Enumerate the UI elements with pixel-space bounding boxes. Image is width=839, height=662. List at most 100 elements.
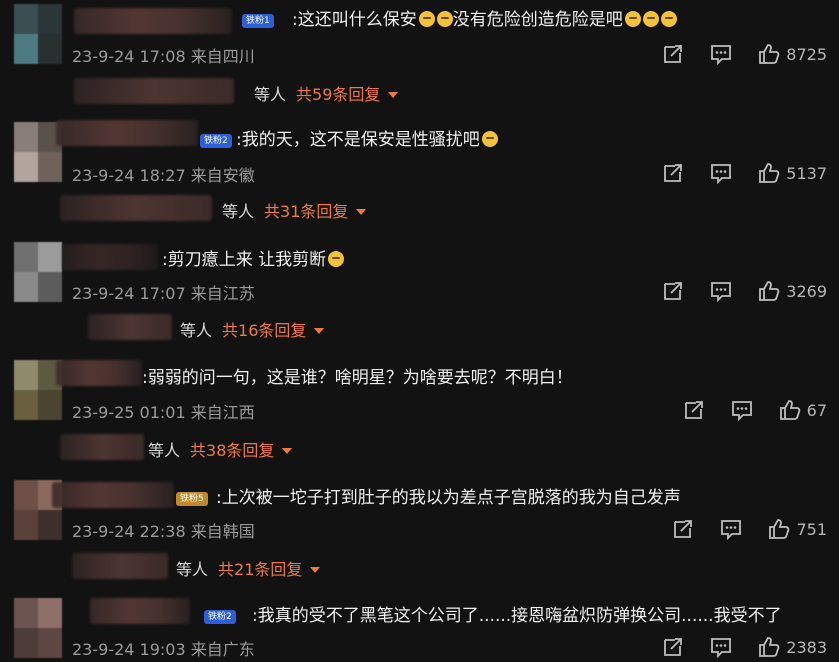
comment-button[interactable] (710, 43, 732, 66)
like-button[interactable]: 67 (779, 399, 827, 421)
like-button[interactable]: 8725 (758, 43, 827, 65)
comment-item: :剪刀癔上来 让我剪断 23-9-24 17:07 来自江苏 3269 等人 共1… (0, 240, 839, 358)
comment-meta: 23-9-24 17:07 来自江苏 (72, 280, 255, 304)
comment-item: 铁粉1 :这还叫什么保安 没有危险创造危险是吧 23-9-24 17:08 来自四… (0, 2, 839, 120)
username[interactable] (56, 360, 142, 386)
username[interactable] (52, 482, 174, 508)
timestamp: 23-9-24 19:03 (72, 640, 186, 659)
comment-text: :我真的受不了黑笔这个公司了......接恩嗨盆炽防弹换公司......我受不了 (252, 606, 782, 626)
action-bar: 751 (646, 518, 827, 541)
action-bar: 3269 (636, 280, 827, 303)
timestamp: 23-9-24 18:27 (72, 166, 186, 185)
comment-text: :上次被一坨子打到肚子的我以为差点子宫脱落的我为自己发声 (216, 488, 681, 508)
comment-button[interactable] (710, 162, 732, 185)
fan-badge: 铁粉2 (200, 134, 232, 148)
comment-button[interactable] (720, 518, 742, 541)
reply-count: 共38条回复 (190, 441, 275, 460)
comment-meta: 23-9-24 22:38 来自韩国 (72, 518, 255, 542)
username[interactable] (74, 8, 232, 34)
like-button[interactable]: 2383 (758, 636, 827, 658)
caret-down-icon (310, 567, 321, 573)
emoji-icon (642, 11, 659, 27)
replies-toggle[interactable]: 等人 共59条回复 (74, 78, 454, 106)
avatar[interactable] (14, 360, 62, 420)
like-icon (758, 43, 780, 65)
emoji-icon (624, 11, 641, 27)
avatar[interactable] (14, 4, 62, 64)
location: 来自安徽 (190, 166, 255, 185)
reply-count: 共31条回复 (264, 202, 349, 221)
like-button[interactable]: 5137 (758, 162, 827, 184)
location: 来自江西 (190, 403, 255, 422)
comment-icon (710, 43, 732, 66)
share-button[interactable] (662, 162, 684, 184)
action-bar: 8725 (636, 43, 827, 66)
comment-item: 铁粉5 :上次被一坨子打到肚子的我以为差点子宫脱落的我为自己发声 23-9-24… (0, 478, 839, 596)
like-icon (768, 518, 790, 540)
like-icon (758, 280, 780, 302)
comment-button[interactable] (731, 399, 753, 422)
location: 来自四川 (190, 47, 255, 66)
username[interactable] (90, 598, 190, 624)
comment-meta: 23-9-25 01:01 来自江西 (72, 399, 255, 423)
share-icon (662, 636, 684, 658)
username[interactable] (62, 244, 158, 270)
reply-count: 共21条回复 (218, 560, 303, 579)
share-icon (662, 43, 684, 65)
replies-toggle[interactable]: 等人 共31条回复 (60, 195, 420, 223)
avatar[interactable] (14, 598, 62, 658)
avatar[interactable] (14, 242, 62, 302)
comment-item: 铁粉2 :我的天，这不是保安是性骚扰吧 23-9-24 18:27 来自安徽 5… (0, 120, 839, 238)
location: 来自广东 (190, 640, 255, 659)
comment-icon (731, 399, 753, 422)
comment-item: 铁粉2 :我真的受不了黑笔这个公司了......接恩嗨盆炽防弹换公司......… (0, 596, 839, 660)
share-icon (662, 162, 684, 184)
reply-user-blur (72, 553, 168, 579)
replies-toggle[interactable]: 等人 共38条回复 (60, 434, 360, 462)
avatar[interactable] (14, 122, 62, 182)
share-button[interactable] (662, 280, 684, 302)
comment-text: :这还叫什么保安 没有危险创造危险是吧 (292, 8, 677, 32)
emoji-icon (660, 11, 677, 27)
comment-icon (710, 636, 732, 659)
fan-badge: 铁粉2 (204, 610, 236, 624)
fan-badge: 铁粉1 (242, 14, 274, 28)
share-button[interactable] (672, 518, 694, 540)
location: 来自江苏 (190, 284, 255, 303)
location: 来自韩国 (190, 522, 255, 541)
share-button[interactable] (683, 399, 705, 421)
comment-text: :我的天，这不是保安是性骚扰吧 (236, 128, 498, 152)
share-button[interactable] (662, 43, 684, 65)
emoji-icon (481, 131, 498, 147)
comment-item: :弱弱的问一句，这是谁？啥明星？为啥要去呢？不明白！ 23-9-25 01:01… (0, 358, 839, 476)
reply-count: 共59条回复 (296, 85, 381, 104)
reply-user-blur (88, 314, 172, 340)
comment-button[interactable] (710, 636, 732, 659)
emoji-icon (328, 251, 345, 267)
like-icon (758, 636, 780, 658)
timestamp: 23-9-24 17:08 (72, 47, 186, 66)
comment-icon (710, 280, 732, 303)
comment-meta: 23-9-24 17:08 来自四川 (72, 43, 255, 67)
caret-down-icon (388, 92, 399, 98)
comment-icon (710, 162, 732, 185)
caret-down-icon (356, 209, 367, 215)
fan-badge: 铁粉5 (176, 492, 208, 506)
share-icon (672, 518, 694, 540)
timestamp: 23-9-24 17:07 (72, 284, 186, 303)
username[interactable] (56, 120, 198, 146)
like-button[interactable]: 3269 (758, 280, 827, 302)
replies-toggle[interactable]: 等人 共21条回复 (72, 553, 402, 581)
like-button[interactable]: 751 (768, 518, 827, 540)
share-button[interactable] (662, 636, 684, 658)
action-bar: 2383 (636, 636, 827, 659)
share-icon (662, 280, 684, 302)
replies-toggle[interactable]: 等人 共16条回复 (88, 314, 388, 342)
reply-user-blur (60, 195, 212, 221)
emoji-icon (418, 11, 435, 27)
comment-button[interactable] (710, 280, 732, 303)
comment-meta: 23-9-24 18:27 来自安徽 (72, 162, 255, 186)
like-icon (758, 162, 780, 184)
timestamp: 23-9-24 22:38 (72, 522, 186, 541)
action-bar: 5137 (636, 162, 827, 185)
